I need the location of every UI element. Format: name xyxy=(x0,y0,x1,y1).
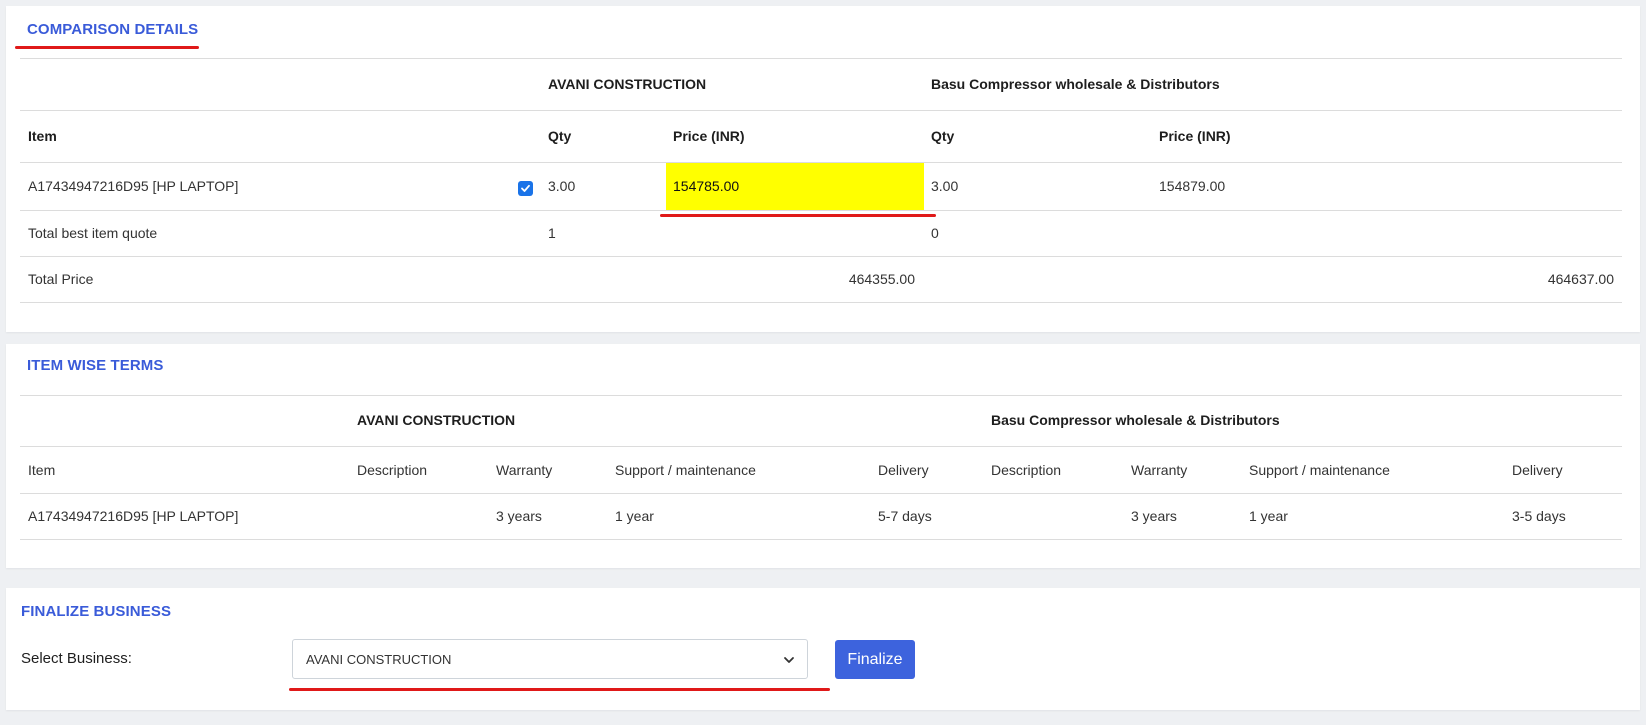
terms-row-support2: 1 year xyxy=(1249,508,1288,524)
select-business-label: Select Business: xyxy=(21,650,132,667)
divider xyxy=(20,446,1622,447)
terms-col-warranty1: Warranty xyxy=(496,462,553,478)
terms-col-item: Item xyxy=(28,462,56,478)
terms-col-warranty2: Warranty xyxy=(1131,462,1188,478)
finalize-business-title: FINALIZE BUSINESS xyxy=(21,603,172,620)
divider xyxy=(20,110,1622,111)
total-price-label: Total Price xyxy=(28,271,94,287)
col-item-header: Item xyxy=(28,128,57,144)
vendor2-header: Basu Compressor wholesale & Distributors xyxy=(931,76,1220,92)
terms-col-delivery2: Delivery xyxy=(1512,462,1563,478)
finalize-business-card xyxy=(6,588,1640,710)
divider xyxy=(20,58,1622,59)
terms-row-warranty1: 3 years xyxy=(496,508,542,524)
qty2-value: 3.00 xyxy=(931,178,959,194)
best-quote-v1: 1 xyxy=(548,225,556,241)
col-qty2-header: Qty xyxy=(931,128,955,144)
col-price2-header: Price (INR) xyxy=(1159,128,1231,144)
chevron-down-icon xyxy=(784,657,794,663)
comparison-details-title: COMPARISON DETAILS xyxy=(27,21,199,38)
best-quote-v2: 0 xyxy=(931,225,939,241)
checkmark-icon xyxy=(521,184,530,192)
terms-vendor2-header: Basu Compressor wholesale & Distributors xyxy=(991,412,1280,428)
business-select[interactable]: AVANI CONSTRUCTION xyxy=(292,639,808,679)
divider xyxy=(20,256,1622,257)
terms-col-support1: Support / maintenance xyxy=(615,462,756,478)
item-wise-terms-card xyxy=(6,344,1640,568)
divider xyxy=(20,539,1622,540)
terms-col-support2: Support / maintenance xyxy=(1249,462,1390,478)
terms-row-support1: 1 year xyxy=(615,508,654,524)
annotation-underline-select xyxy=(289,688,830,691)
col-price1-header: Price (INR) xyxy=(673,128,745,144)
terms-col-delivery1: Delivery xyxy=(878,462,929,478)
select-item-checkbox[interactable] xyxy=(518,181,533,196)
finalize-button[interactable]: Finalize xyxy=(835,640,915,679)
divider xyxy=(20,210,1622,211)
annotation-underline-title xyxy=(15,46,199,49)
table-row-item: A17434947216D95 [HP LAPTOP] xyxy=(28,178,239,194)
price1-value: 154785.00 xyxy=(673,178,740,194)
divider xyxy=(20,493,1622,494)
qty1-value: 3.00 xyxy=(548,178,576,194)
business-select-value: AVANI CONSTRUCTION xyxy=(306,651,452,667)
divider xyxy=(20,395,1622,396)
terms-vendor1-header: AVANI CONSTRUCTION xyxy=(357,412,516,428)
annotation-underline-price xyxy=(660,214,936,217)
total-price-v2: 464637.00 xyxy=(1547,271,1614,287)
terms-row-delivery1: 5-7 days xyxy=(878,508,932,524)
terms-col-desc1: Description xyxy=(357,462,428,478)
terms-row-delivery2: 3-5 days xyxy=(1512,508,1566,524)
col-qty1-header: Qty xyxy=(548,128,572,144)
vendor1-header: AVANI CONSTRUCTION xyxy=(548,76,707,92)
terms-row-warranty2: 3 years xyxy=(1131,508,1177,524)
terms-row-item: A17434947216D95 [HP LAPTOP] xyxy=(28,508,239,524)
total-price-v1: 464355.00 xyxy=(848,271,915,287)
best-quote-label: Total best item quote xyxy=(28,225,158,241)
price2-value: 154879.00 xyxy=(1159,178,1226,194)
terms-col-desc2: Description xyxy=(991,462,1062,478)
item-wise-terms-title: ITEM WISE TERMS xyxy=(27,357,164,374)
divider xyxy=(20,302,1622,303)
